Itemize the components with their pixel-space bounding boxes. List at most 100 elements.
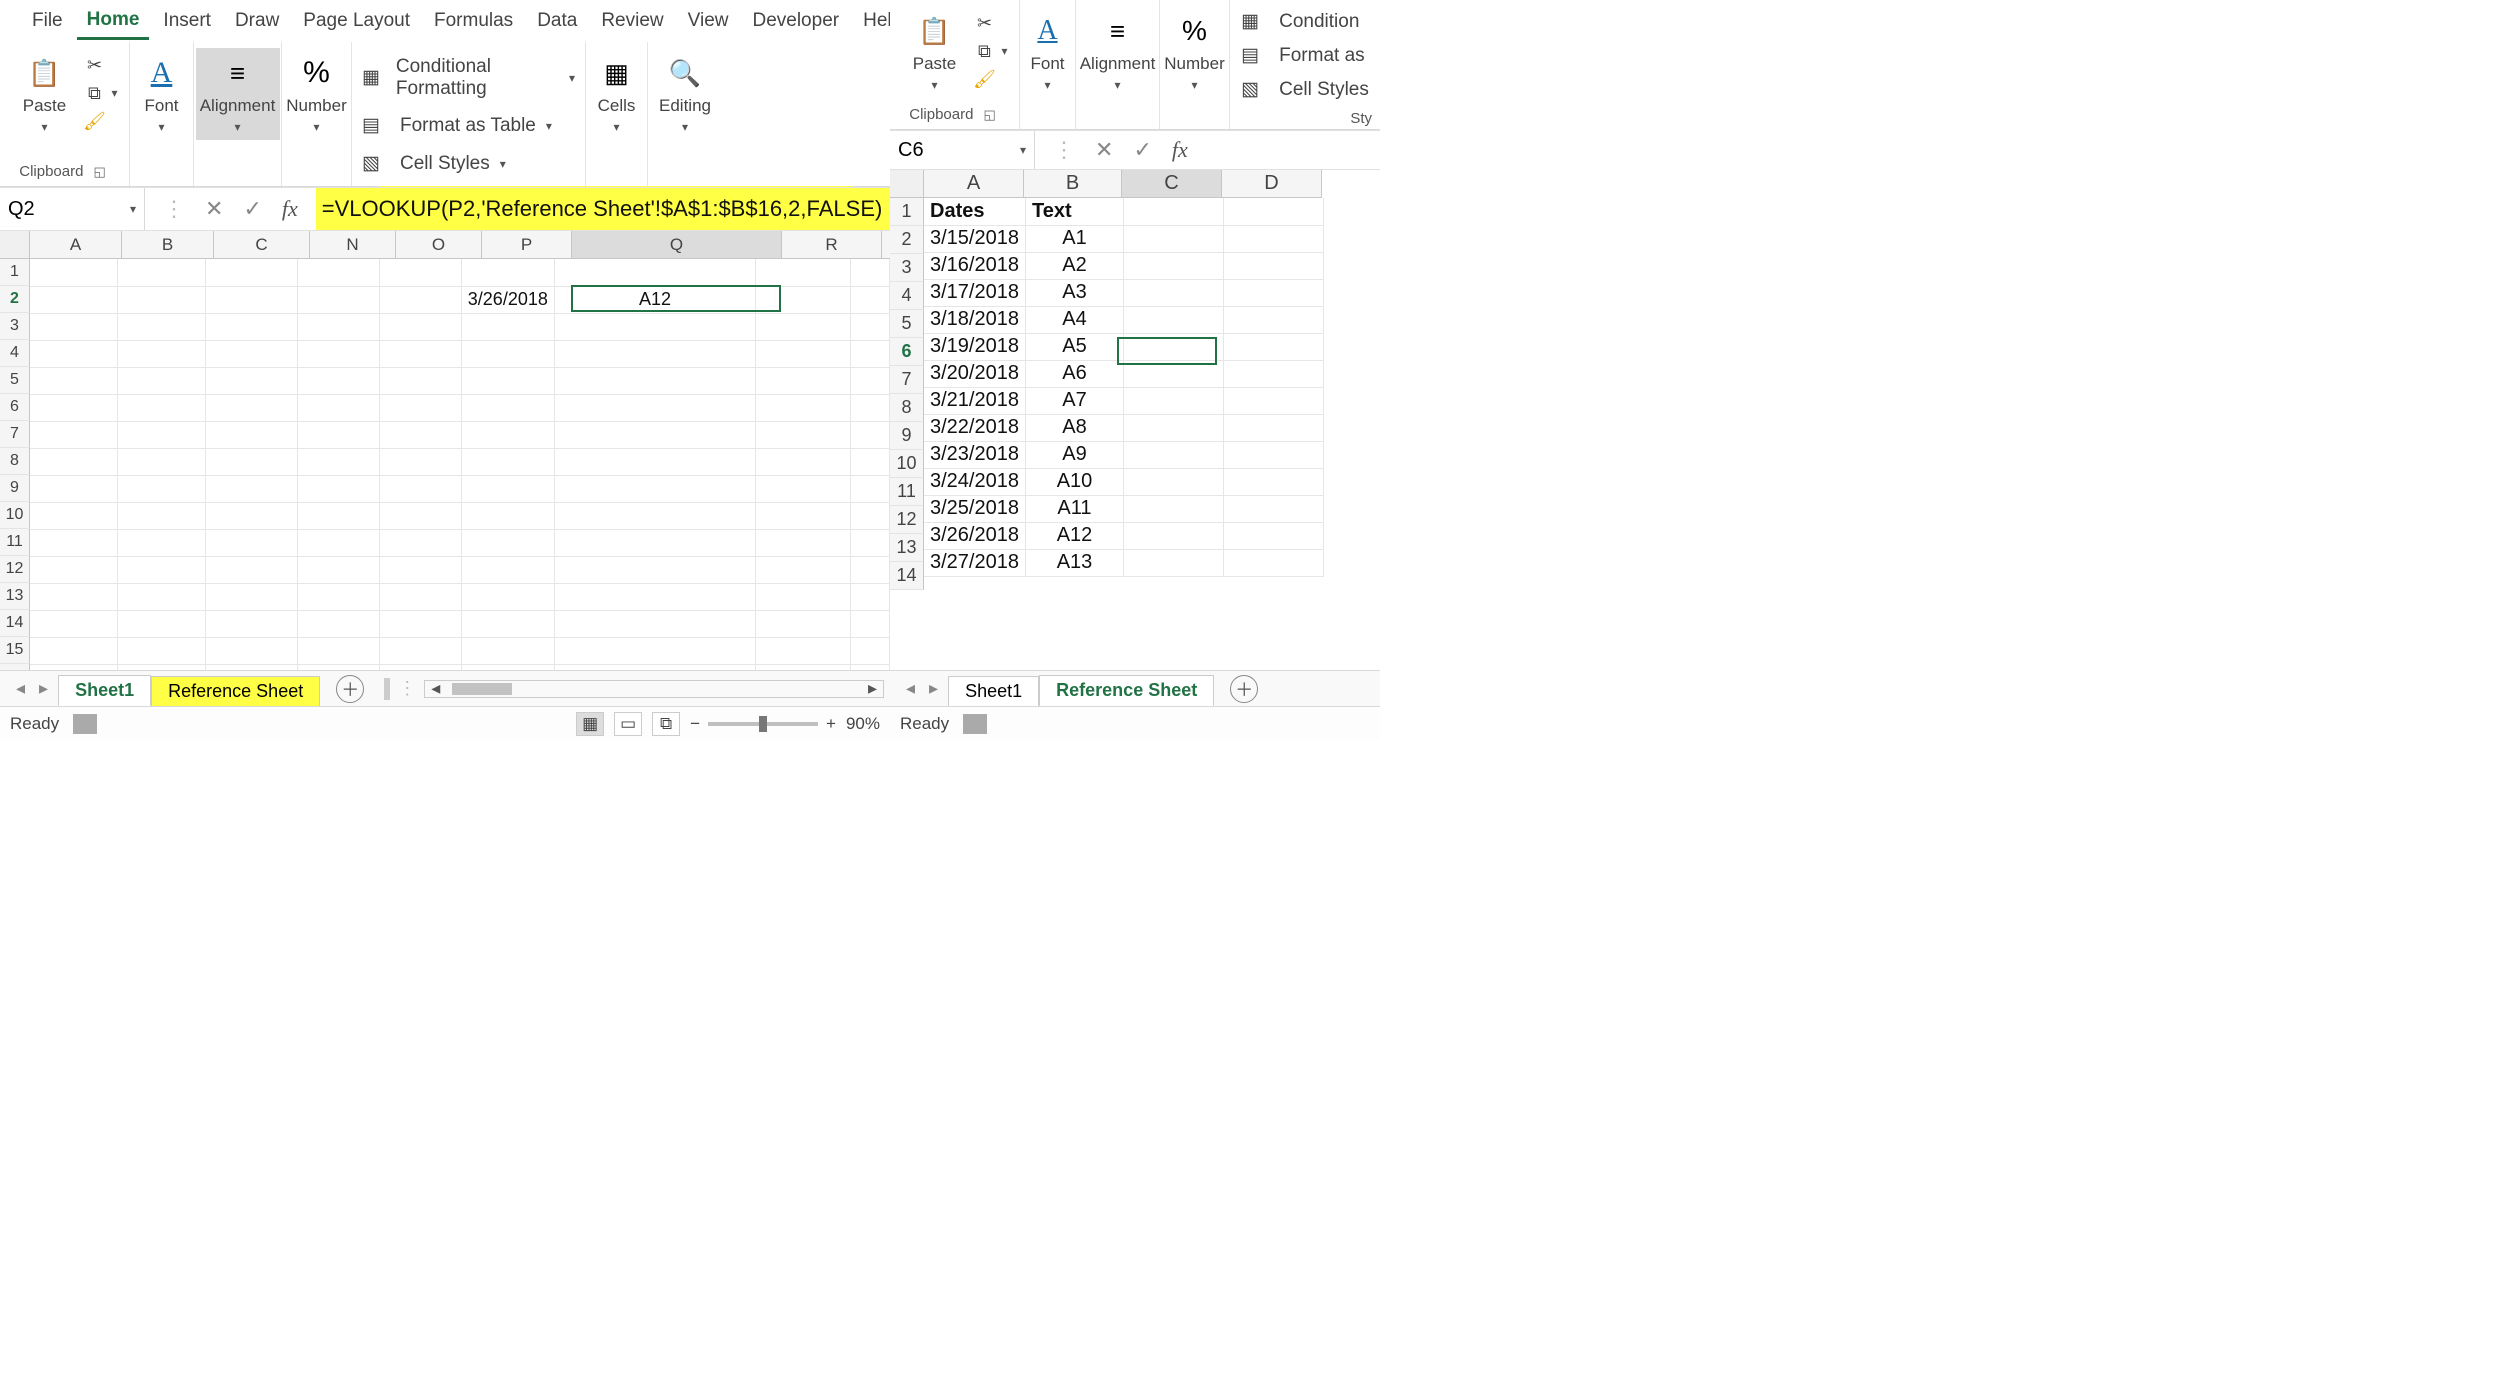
cell[interactable] bbox=[30, 583, 118, 610]
cell[interactable] bbox=[851, 475, 890, 502]
cell[interactable]: 3/18/2018 bbox=[924, 306, 1025, 333]
fx-icon[interactable]: fx bbox=[282, 196, 298, 222]
row-header[interactable]: 4 bbox=[0, 340, 30, 367]
conditional-formatting-button[interactable]: ▦Condition bbox=[1241, 6, 1359, 38]
tab-draw[interactable]: Draw bbox=[225, 4, 289, 38]
row-header[interactable]: 2 bbox=[890, 226, 924, 254]
cell[interactable] bbox=[461, 475, 554, 502]
row-header[interactable]: 4 bbox=[890, 282, 924, 310]
cell[interactable] bbox=[554, 394, 755, 421]
row-header[interactable]: 1 bbox=[0, 259, 30, 286]
cell[interactable] bbox=[1223, 333, 1323, 360]
cell[interactable] bbox=[756, 637, 851, 664]
cell[interactable] bbox=[297, 556, 379, 583]
tab-view[interactable]: View bbox=[678, 4, 739, 38]
sheet-tab-sheet1[interactable]: Sheet1 bbox=[948, 676, 1039, 706]
cell[interactable] bbox=[206, 637, 298, 664]
tab-formulas[interactable]: Formulas bbox=[424, 4, 523, 38]
number-button[interactable]: % Number▾ bbox=[1154, 6, 1234, 98]
cell[interactable] bbox=[30, 367, 118, 394]
cell[interactable] bbox=[1123, 279, 1223, 306]
cell[interactable] bbox=[554, 259, 755, 286]
cell[interactable] bbox=[1223, 549, 1323, 576]
cell[interactable] bbox=[756, 475, 851, 502]
dialog-launcher-icon[interactable]: ◱ bbox=[89, 164, 109, 180]
cell[interactable] bbox=[297, 367, 379, 394]
cell[interactable] bbox=[30, 475, 118, 502]
column-header[interactable]: O bbox=[396, 231, 482, 259]
cell[interactable]: 3/20/2018 bbox=[924, 360, 1025, 387]
cell[interactable] bbox=[461, 502, 554, 529]
cell[interactable] bbox=[554, 610, 755, 637]
cell[interactable] bbox=[554, 664, 755, 670]
zoom-control[interactable]: − + bbox=[690, 714, 836, 734]
chevron-left-icon[interactable]: ◂ bbox=[906, 678, 915, 699]
cell[interactable] bbox=[756, 259, 851, 286]
chevron-left-icon[interactable]: ◂ bbox=[425, 678, 446, 699]
column-header[interactable]: C bbox=[1122, 170, 1222, 198]
row-header[interactable]: 12 bbox=[0, 556, 30, 583]
cell[interactable] bbox=[30, 313, 118, 340]
format-painter-button[interactable]: 🖌 bbox=[973, 68, 995, 90]
format-as-table-button[interactable]: ▤Format as Table▾ bbox=[362, 110, 552, 142]
alignment-button[interactable]: ≡ Alignment▾ bbox=[1070, 6, 1166, 98]
cell[interactable] bbox=[756, 664, 851, 670]
cell[interactable] bbox=[379, 664, 461, 670]
cell[interactable]: A5 bbox=[1025, 333, 1123, 360]
cell[interactable] bbox=[206, 664, 298, 670]
cell[interactable] bbox=[30, 286, 118, 313]
horizontal-scrollbar[interactable]: ◂▸ bbox=[424, 680, 884, 698]
cell[interactable] bbox=[206, 502, 298, 529]
cell[interactable] bbox=[1223, 225, 1323, 252]
cell[interactable] bbox=[118, 583, 206, 610]
cell[interactable] bbox=[118, 259, 206, 286]
page-break-view-button[interactable]: ⧉ bbox=[652, 712, 680, 736]
row-header[interactable]: 6 bbox=[0, 394, 30, 421]
tab-data[interactable]: Data bbox=[527, 4, 587, 38]
cell[interactable] bbox=[461, 610, 554, 637]
format-painter-button[interactable]: 🖌 bbox=[83, 110, 105, 132]
row-header[interactable]: 7 bbox=[0, 421, 30, 448]
editing-button[interactable]: 🔍 Editing ▾ bbox=[649, 48, 721, 140]
cell[interactable] bbox=[1223, 495, 1323, 522]
cell[interactable] bbox=[554, 502, 755, 529]
row-header[interactable]: 7 bbox=[890, 366, 924, 394]
cell[interactable] bbox=[1123, 360, 1223, 387]
cell[interactable] bbox=[118, 340, 206, 367]
enter-formula-button[interactable]: ✓ bbox=[1133, 137, 1151, 163]
cut-button[interactable]: ✂ bbox=[83, 54, 105, 76]
cell[interactable]: A6 bbox=[1025, 360, 1123, 387]
add-sheet-button[interactable]: ＋ bbox=[336, 675, 364, 703]
cell[interactable]: 3/19/2018 bbox=[924, 333, 1025, 360]
cell[interactable] bbox=[379, 583, 461, 610]
zoom-slider[interactable] bbox=[708, 722, 818, 726]
cells-button[interactable]: ▦ Cells ▾ bbox=[584, 48, 650, 140]
cell[interactable] bbox=[851, 340, 890, 367]
column-header[interactable]: C bbox=[214, 231, 310, 259]
cell[interactable] bbox=[756, 502, 851, 529]
cell[interactable]: A12 bbox=[1025, 522, 1123, 549]
add-sheet-button[interactable]: ＋ bbox=[1230, 675, 1258, 703]
cell[interactable] bbox=[461, 313, 554, 340]
cell[interactable] bbox=[851, 610, 890, 637]
row-header[interactable]: 8 bbox=[890, 394, 924, 422]
cell[interactable] bbox=[851, 583, 890, 610]
cell[interactable]: A13 bbox=[1025, 549, 1123, 576]
cell[interactable]: 3/27/2018 bbox=[924, 549, 1025, 576]
row-header[interactable]: 11 bbox=[0, 529, 30, 556]
cell[interactable] bbox=[1223, 468, 1323, 495]
cell[interactable] bbox=[756, 313, 851, 340]
column-header[interactable]: S bbox=[882, 231, 890, 259]
cell[interactable] bbox=[554, 475, 755, 502]
name-box[interactable]: Q2 ▾ bbox=[0, 188, 145, 230]
conditional-formatting-button[interactable]: ▦Conditional Formatting▾ bbox=[362, 52, 575, 104]
cell[interactable] bbox=[851, 448, 890, 475]
sheet-nav[interactable]: ◂▸ bbox=[896, 678, 948, 699]
chevron-right-icon[interactable]: ▸ bbox=[39, 678, 48, 699]
row-header[interactable]: 2 bbox=[0, 286, 30, 313]
cell[interactable]: 3/21/2018 bbox=[924, 387, 1025, 414]
cell[interactable]: A8 bbox=[1025, 414, 1123, 441]
split-handle[interactable] bbox=[384, 678, 390, 700]
cell-styles-button[interactable]: ▧Cell Styles▾ bbox=[362, 148, 506, 180]
sheet-nav[interactable]: ◂▸ bbox=[6, 678, 58, 699]
